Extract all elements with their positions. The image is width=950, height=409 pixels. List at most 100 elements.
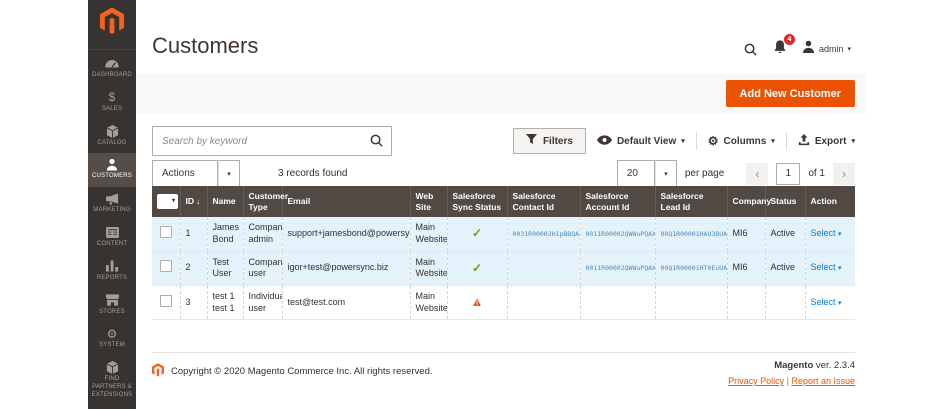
global-search-icon[interactable] xyxy=(743,42,758,57)
column-header-customer-type[interactable]: Customer Type xyxy=(242,186,288,218)
row-select-action[interactable]: Select ▾ xyxy=(811,262,842,272)
copyright-text: Copyright © 2020 Magento Commerce Inc. A… xyxy=(171,366,433,377)
cell-company: MI6 xyxy=(726,251,765,287)
sidebar-item-reports[interactable]: REPORTS xyxy=(88,255,136,289)
column-header-email[interactable]: Email xyxy=(281,186,410,218)
magento-logo-icon xyxy=(100,7,124,40)
cell-company xyxy=(726,285,765,321)
column-header-salesforce-lead-id[interactable]: Salesforce Lead Id xyxy=(654,186,727,218)
export-dropdown[interactable]: Export ▾ xyxy=(798,133,855,149)
sidebar-item-dashboard[interactable]: DASHBOARD xyxy=(88,52,136,86)
sidebar-item-label: SALES xyxy=(101,105,123,112)
user-avatar-icon xyxy=(802,40,815,58)
sidebar-item-content[interactable]: CONTENT xyxy=(88,221,136,255)
cell-email: support+jamesbond@powersync.biz xyxy=(281,217,410,252)
main-content: Customers 4 admin ▾ Add New Customer Sea… xyxy=(136,0,866,409)
cell-web-site: Main Website xyxy=(409,285,447,321)
table-row: 2 Test User Company user igor+test@power… xyxy=(152,251,855,287)
sidebar-item-label: CONTENT xyxy=(96,240,128,247)
salesforce-account-id-link[interactable]: 0011R00002QWWuPQAX xyxy=(586,264,656,272)
pagination: 20 ▾ per page ‹ of 1 › xyxy=(616,160,855,187)
cell-id: 2 xyxy=(179,251,207,287)
column-header-salesforce-sync-status[interactable]: Salesforce Sync Status xyxy=(446,186,507,218)
chevron-down-icon: ▾ xyxy=(838,299,842,307)
privacy-policy-link[interactable]: Privacy Policy xyxy=(728,376,784,386)
page-total-label: of 1 xyxy=(808,168,825,179)
search-input[interactable] xyxy=(152,126,392,156)
select-all-checkbox[interactable]: ▾ xyxy=(157,194,178,210)
export-icon xyxy=(798,133,810,149)
sidebar-item-marketing[interactable]: MARKETING xyxy=(88,187,136,221)
notifications-bell-icon[interactable]: 4 xyxy=(773,34,795,59)
table-row: 1 James Bond Company admin support+james… xyxy=(152,217,855,252)
salesforce-lead-id-link[interactable]: 00Q1R00001HAU3BUAX xyxy=(661,230,728,238)
filters-button[interactable]: Filters xyxy=(512,128,586,154)
search-icon[interactable] xyxy=(369,133,384,153)
keyword-search xyxy=(152,126,392,156)
salesforce-lead-id-link[interactable]: 00Q1R00001HT0EuUAP xyxy=(661,264,728,272)
column-header-name[interactable]: Name xyxy=(206,186,243,218)
row-select-action[interactable]: Select ▾ xyxy=(811,228,842,238)
per-page-dropdown[interactable]: 20 ▾ xyxy=(616,160,677,187)
admin-user-menu[interactable]: admin ▾ xyxy=(802,40,851,58)
column-header-salesforce-account-id[interactable]: Salesforce Account Id xyxy=(579,186,655,218)
sidebar-item-system[interactable]: ⚙ SYSTEM xyxy=(88,322,136,356)
add-new-customer-button[interactable]: Add New Customer xyxy=(725,80,855,107)
reports-icon xyxy=(105,260,119,273)
row-select-action[interactable]: Select ▾ xyxy=(811,297,842,307)
sidebar: DASHBOARD $ SALES CATALOG CUSTOMERS MARK… xyxy=(88,0,136,409)
sidebar-item-label: REPORTS xyxy=(96,274,128,281)
table-row: 3 test 1 test 1 Individual user test@tes… xyxy=(152,285,855,321)
previous-page-button[interactable]: ‹ xyxy=(746,162,769,185)
magento-logo[interactable] xyxy=(88,0,136,50)
records-found-count: 3 records found xyxy=(278,168,348,179)
sidebar-item-customers[interactable]: CUSTOMERS xyxy=(88,153,136,188)
magento-admin-app: DASHBOARD $ SALES CATALOG CUSTOMERS MARK… xyxy=(88,0,866,409)
chevron-down-icon: ▾ xyxy=(171,197,175,204)
divider xyxy=(695,132,697,150)
column-header-salesforce-contact-id[interactable]: Salesforce Contact Id xyxy=(506,186,580,218)
default-view-dropdown[interactable]: Default View ▾ xyxy=(596,134,685,148)
version-line: Magento ver. 2.3.4 xyxy=(774,360,855,371)
footer: Copyright © 2020 Magento Commerce Inc. A… xyxy=(152,352,855,386)
sidebar-item-find-partners[interactable]: FIND PARTNERS & EXTENSIONS xyxy=(88,356,136,405)
row-checkbox[interactable] xyxy=(159,226,172,239)
export-label: Export xyxy=(814,135,847,147)
cell-customer-type: Company user xyxy=(242,251,282,287)
column-header-web-site[interactable]: Web Site xyxy=(409,186,447,218)
default-view-label: Default View xyxy=(616,135,677,147)
sidebar-item-label: CATALOG xyxy=(97,139,127,146)
current-page-input[interactable] xyxy=(776,162,801,185)
sidebar-item-salesforce[interactable]: ↻ SALESFORCE xyxy=(88,406,136,409)
salesforce-contact-id-link[interactable]: 0031R00002H1pBBQAZ xyxy=(513,230,581,238)
header-actions: 4 admin ▾ xyxy=(743,34,851,59)
sidebar-item-sales[interactable]: $ SALES xyxy=(88,86,136,120)
sync-success-icon: ✓ xyxy=(471,226,483,241)
screenshot-canvas: DASHBOARD $ SALES CATALOG CUSTOMERS MARK… xyxy=(0,0,950,409)
cell-id: 1 xyxy=(179,217,207,252)
user-name: admin xyxy=(818,44,844,54)
salesforce-account-id-link[interactable]: 0011R00002QWWuPQAX xyxy=(586,230,656,238)
row-checkbox[interactable] xyxy=(159,294,172,307)
column-header-action[interactable]: Action xyxy=(804,186,855,218)
sidebar-item-label: MARKETING xyxy=(93,207,131,214)
column-header-status[interactable]: Status xyxy=(764,186,805,218)
grid-toolbar: Filters Default View ▾ ⚙ Columns ▾ xyxy=(152,126,855,156)
per-page-label: per page xyxy=(684,168,725,179)
cell-name: James Bond xyxy=(206,217,243,252)
column-header-company[interactable]: Company xyxy=(726,186,771,218)
next-page-button[interactable]: › xyxy=(833,162,855,185)
divider xyxy=(785,132,787,150)
column-header-id[interactable]: ID ↓ xyxy=(179,186,207,218)
actions-dropdown[interactable]: Actions ▾ xyxy=(152,160,240,187)
sort-desc-icon: ↓ xyxy=(196,197,200,207)
report-issue-link[interactable]: Report an Issue xyxy=(791,376,855,386)
columns-dropdown[interactable]: ⚙ Columns ▾ xyxy=(708,135,775,147)
row-checkbox[interactable] xyxy=(159,260,172,273)
columns-label: Columns xyxy=(723,135,767,147)
sidebar-item-catalog[interactable]: CATALOG xyxy=(88,120,136,154)
cell-customer-type: Individual user xyxy=(242,285,282,321)
content-icon xyxy=(105,226,119,239)
sidebar-item-stores[interactable]: STORES xyxy=(88,289,136,323)
cell-status: Active xyxy=(764,251,805,287)
